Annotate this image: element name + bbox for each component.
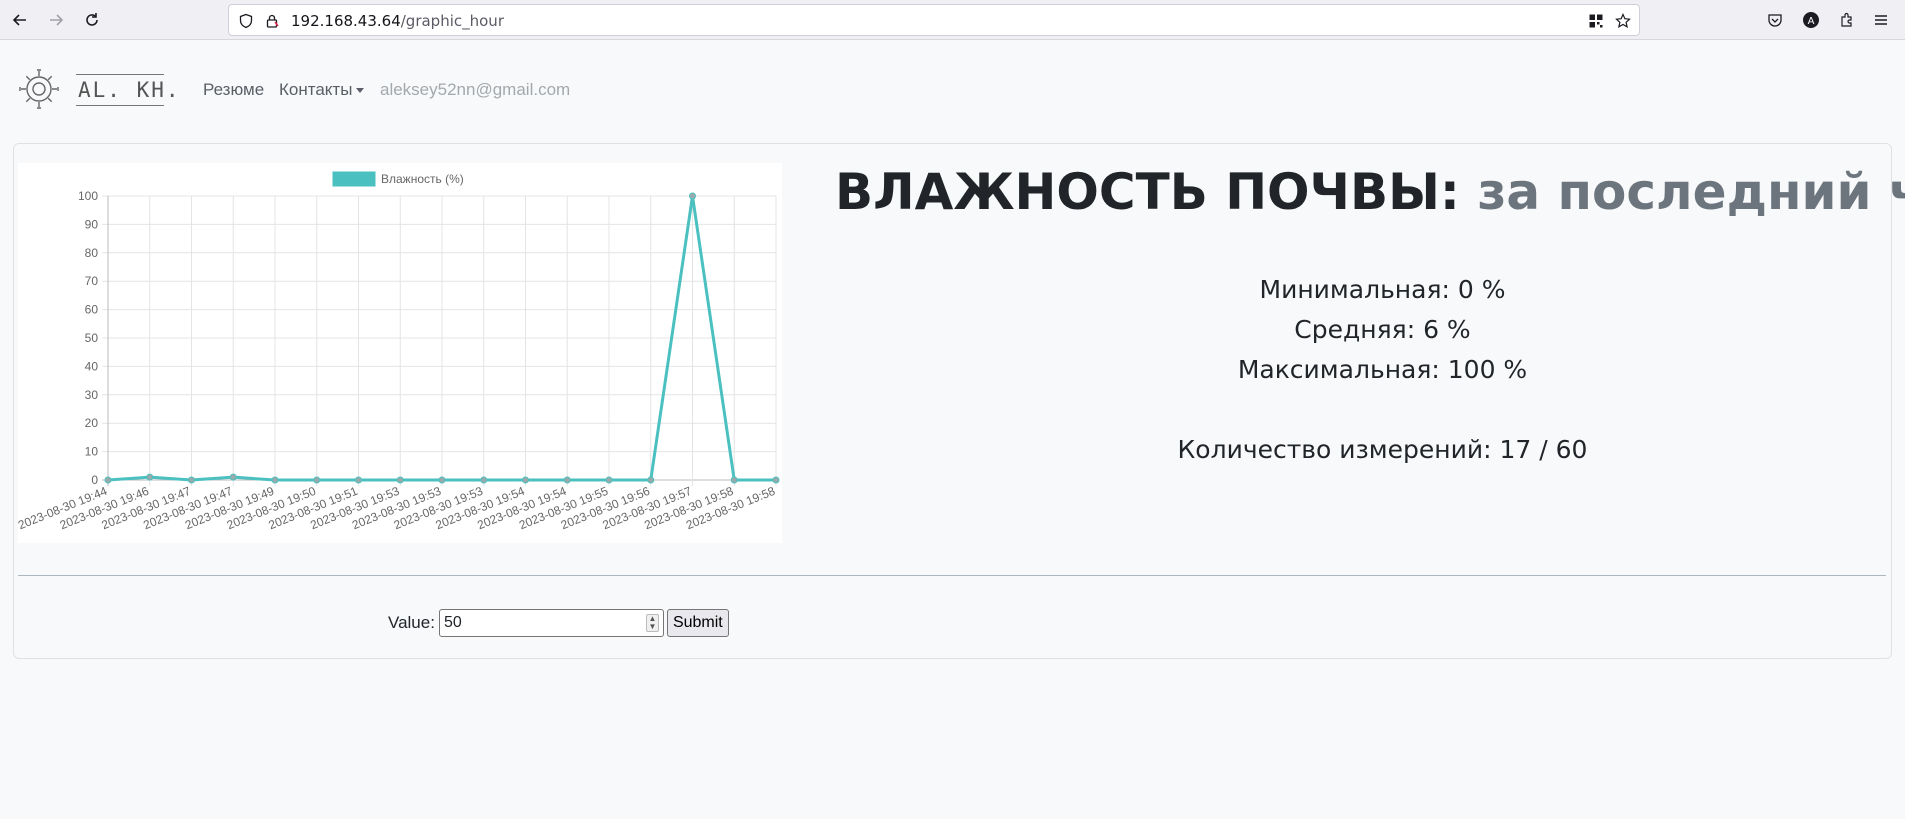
shield-icon[interactable] (237, 12, 255, 30)
star-icon[interactable] (1614, 12, 1632, 30)
data-point (313, 476, 321, 484)
chart-svg: 01020304050607080901002023-08-30 19:4420… (18, 171, 780, 532)
account-icon[interactable]: A (1800, 9, 1822, 31)
lock-icon[interactable] (263, 12, 281, 30)
data-point (271, 476, 279, 484)
gear-logo-icon[interactable] (18, 68, 60, 110)
divider (18, 575, 1886, 576)
stat-count: Количество измерений: 17 / 60 (1177, 435, 1588, 464)
address-bar[interactable]: 192.168.43.64/graphic_hour (228, 4, 1640, 36)
nav-dropdown-contacts[interactable]: Контакты (279, 80, 365, 100)
forward-arrow-icon[interactable] (44, 8, 68, 32)
stat-avg: Средняя: 6 % (1294, 315, 1471, 344)
y-tick-label: 30 (85, 388, 99, 402)
y-tick-label: 100 (78, 189, 98, 203)
y-tick-label: 50 (85, 331, 99, 345)
url-text: 192.168.43.64/graphic_hour (291, 12, 504, 30)
data-point (689, 192, 696, 200)
chevron-down-icon (356, 88, 365, 94)
y-tick-label: 80 (85, 246, 99, 260)
data-point (355, 476, 362, 484)
data-point (730, 476, 738, 484)
value-input-text: 50 (443, 614, 462, 631)
data-point (229, 473, 237, 481)
data-point (605, 476, 613, 484)
browser-toolbar: 192.168.43.64/graphic_hour A (0, 0, 1905, 40)
page-title-sub: за последний час (1477, 163, 1905, 221)
page-title-main: ВЛАЖНОСТЬ ПОЧВЫ: (835, 163, 1460, 221)
value-form: Value: 50 ▲ ▼ Submit (388, 608, 729, 638)
nav-email: aleksey52nn@gmail.com (380, 80, 571, 99)
data-point (146, 473, 154, 481)
data-point (647, 476, 655, 484)
data-point (188, 476, 195, 484)
logo-text[interactable]: AL. KH. (76, 74, 179, 106)
humidity-chart: 0 10 20 30 40 50 60 70 80 90 100 2023-08-30 19:44 20… (18, 163, 782, 543)
back-arrow-icon[interactable] (8, 8, 32, 32)
legend-label: Влажность (%) (381, 172, 464, 186)
y-tick-label: 20 (85, 416, 99, 430)
nav-link-resume[interactable]: Резюме (203, 80, 264, 100)
data-point (438, 476, 446, 484)
data-point (772, 476, 780, 484)
data-point (563, 476, 571, 484)
data-point (480, 476, 488, 484)
qr-code-icon[interactable] (1587, 12, 1605, 30)
data-point (396, 476, 404, 484)
y-tick-label: 40 (85, 359, 99, 373)
svg-text:A: A (1808, 16, 1815, 27)
url-path: /graphic_hour (400, 12, 504, 30)
legend-swatch (332, 171, 376, 187)
stepper-icon[interactable]: ▲ ▼ (645, 614, 659, 632)
url-host: 192.168.43.64 (291, 12, 401, 30)
y-tick-label: 10 (85, 445, 99, 459)
y-tick-label: 70 (85, 274, 99, 288)
data-point (104, 476, 112, 484)
nav-dropdown-contacts-label: Контакты (279, 80, 353, 99)
y-tick-label: 90 (85, 217, 99, 231)
submit-button[interactable]: Submit (666, 609, 729, 637)
data-point (522, 476, 529, 484)
pocket-icon[interactable] (1764, 9, 1786, 31)
stat-min: Минимальная: 0 % (1259, 275, 1506, 304)
y-tick-label: 0 (91, 473, 98, 487)
page-title: ВЛАЖНОСТЬ ПОЧВЫ: за последний час (835, 163, 1905, 221)
stat-max: Максимальная: 100 % (1237, 355, 1528, 384)
extensions-icon[interactable] (1836, 9, 1858, 31)
y-tick-label: 60 (85, 303, 99, 317)
menu-icon[interactable] (1870, 9, 1892, 31)
reload-icon[interactable] (80, 8, 104, 32)
value-label: Value: (388, 613, 435, 632)
value-input[interactable]: 50 ▲ ▼ (438, 609, 664, 637)
